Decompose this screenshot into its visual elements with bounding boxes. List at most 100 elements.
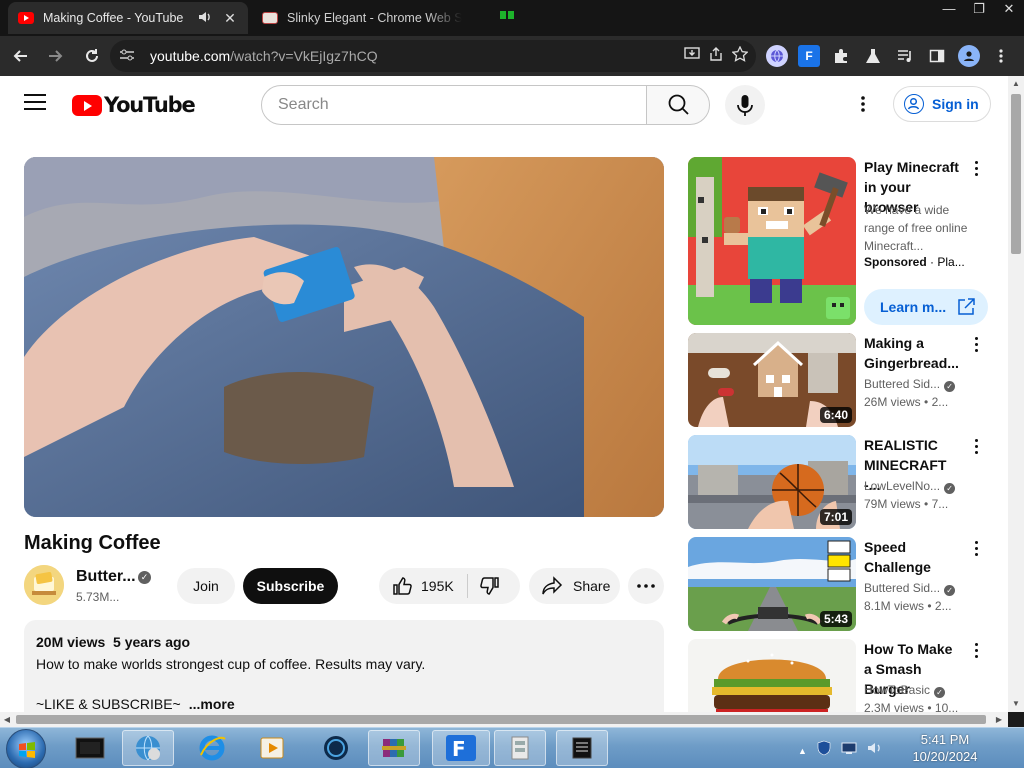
video-thumbnail[interactable]: 5:43: [688, 537, 856, 631]
minimize-button[interactable]: —: [934, 0, 964, 20]
scroll-thumb[interactable]: [16, 715, 986, 724]
forms-extension-icon[interactable]: F: [798, 45, 820, 67]
install-app-icon[interactable]: [684, 46, 700, 66]
video-menu-icon[interactable]: [972, 643, 980, 661]
youtube-logo[interactable]: YouTube: [72, 93, 196, 117]
advertiser-name: Pla...: [937, 255, 965, 269]
clock-date: 10/20/2024: [912, 749, 978, 764]
ad-menu-icon[interactable]: [972, 161, 980, 179]
verified-check-icon: ✓: [138, 571, 151, 584]
learn-more-label: Learn m...: [880, 299, 947, 315]
video-menu-icon[interactable]: [972, 337, 980, 355]
sponsored-item[interactable]: Play Minecraft in your browser We have a…: [688, 157, 988, 327]
taskbar-app-files[interactable]: [494, 730, 546, 766]
scroll-left-arrow-icon[interactable]: ◀: [0, 712, 14, 727]
start-button[interactable]: [6, 729, 46, 768]
scroll-up-arrow-icon[interactable]: ▲: [1008, 76, 1024, 92]
thumbs-up-icon[interactable]: [391, 575, 413, 597]
video-title[interactable]: Speed Challenge: [864, 537, 964, 577]
search-button[interactable]: [646, 85, 710, 125]
subscribe-button[interactable]: Subscribe: [243, 568, 338, 604]
close-window-button[interactable]: ✕: [994, 0, 1024, 20]
learn-more-button[interactable]: Learn m...: [864, 289, 988, 325]
video-channel: Buttered Sid... ✓: [864, 377, 964, 392]
youtube-favicon-icon: [18, 12, 34, 24]
clock-time: 5:41 PM: [920, 732, 970, 747]
taskbar-app-window[interactable]: [64, 730, 116, 766]
channel-label: LowLevelNo...: [864, 479, 941, 493]
profile-avatar-icon[interactable]: [958, 45, 980, 67]
taskbar-app-network[interactable]: [122, 730, 174, 766]
site-info-icon[interactable]: [120, 49, 140, 64]
side-panel-icon[interactable]: [926, 45, 948, 67]
recommended-video[interactable]: How To Make a Smash Burger HowToBasic ✓ 2…: [688, 639, 988, 712]
description-line-2: ~LIKE & SUBSCRIBE~ ...more: [36, 694, 652, 712]
taskbar-app-forms[interactable]: F: [432, 730, 490, 766]
tab-group-indicator: [500, 6, 526, 19]
media-queue-icon[interactable]: [894, 45, 916, 67]
share-page-icon[interactable]: [708, 46, 724, 66]
taskbar-app-media[interactable]: [246, 730, 298, 766]
age-label: 2...: [934, 599, 952, 613]
recommended-video[interactable]: 7:01 REALISTIC MINECRAFT -... LowLevelNo…: [688, 435, 988, 529]
search-input[interactable]: Search: [261, 85, 647, 125]
video-thumbnail[interactable]: 6:40: [688, 333, 856, 427]
upload-age: 5 years ago: [113, 634, 191, 650]
network-status-icon[interactable]: [841, 741, 857, 760]
recommended-video[interactable]: 5:43 Speed Challenge Buttered Sid... ✓ 8.…: [688, 537, 988, 631]
video-menu-icon[interactable]: [972, 439, 980, 457]
address-bar[interactable]: youtube.com/watch?v=VkEjIgz7hCQ: [110, 40, 756, 72]
back-button[interactable]: [4, 40, 36, 72]
speaker-icon[interactable]: [198, 11, 214, 26]
share-button[interactable]: Share: [529, 568, 620, 604]
join-button[interactable]: Join: [177, 568, 235, 604]
restore-button[interactable]: ❐: [964, 0, 994, 20]
horizontal-scrollbar[interactable]: ◀ ▶: [0, 712, 1008, 727]
settings-menu-icon[interactable]: [853, 94, 873, 114]
close-tab-icon[interactable]: ✕: [222, 10, 238, 27]
video-thumbnail[interactable]: [688, 639, 856, 712]
menu-hamburger-icon[interactable]: [24, 94, 46, 114]
taskbar-app-winrar[interactable]: [368, 730, 420, 766]
like-count[interactable]: 195K: [421, 578, 454, 594]
channel-label: Buttered Sid...: [864, 377, 941, 391]
reload-button[interactable]: [76, 40, 108, 72]
taskbar-app-notes[interactable]: [556, 730, 608, 766]
sign-in-button[interactable]: Sign in: [893, 86, 991, 122]
thumbs-down-icon[interactable]: [479, 575, 501, 600]
channel-avatar[interactable]: [24, 565, 64, 605]
scroll-thumb[interactable]: [1011, 94, 1021, 254]
video-thumbnail[interactable]: 7:01: [688, 435, 856, 529]
tab-title: Making Coffee - YouTube: [43, 11, 184, 25]
tab-slinky-elegant[interactable]: Slinky Elegant - Chrome Web Store: [252, 2, 472, 34]
reload-icon: [86, 49, 98, 62]
video-player[interactable]: [24, 157, 664, 517]
browser-toolbar: youtube.com/watch?v=VkEjIgz7hCQ F: [0, 36, 1024, 76]
channel-label: HowToBasic: [864, 683, 931, 697]
vertical-scrollbar[interactable]: ▲ ▼: [1008, 76, 1024, 712]
forward-button[interactable]: [40, 40, 72, 72]
tray-expand-icon[interactable]: ▲: [798, 746, 807, 756]
file-cabinet-icon: [511, 736, 529, 760]
channel-name[interactable]: Butter...: [76, 568, 136, 586]
voice-search-button[interactable]: [725, 85, 765, 125]
video-menu-icon[interactable]: [972, 541, 980, 559]
taskbar-app-sphere[interactable]: [310, 730, 362, 766]
taskbar-app-ie[interactable]: [186, 730, 238, 766]
taskbar-clock[interactable]: 5:41 PM 10/20/2024: [880, 731, 1010, 765]
scroll-right-arrow-icon[interactable]: ▶: [992, 712, 1006, 727]
browser-menu-icon[interactable]: [990, 45, 1012, 67]
lab-flask-icon[interactable]: [862, 45, 884, 67]
ad-thumbnail[interactable]: [688, 157, 856, 325]
extensions-puzzle-icon[interactable]: [830, 45, 852, 67]
vpn-extension-icon[interactable]: [766, 45, 788, 67]
scroll-down-arrow-icon[interactable]: ▼: [1008, 696, 1024, 712]
tab-making-coffee[interactable]: Making Coffee - YouTube ✕: [8, 2, 248, 34]
bookmark-star-icon[interactable]: [731, 45, 749, 66]
more-actions-button[interactable]: [628, 568, 664, 604]
description-box[interactable]: 20M views 5 years ago How to make worlds…: [24, 620, 664, 712]
show-more-link[interactable]: ...more: [189, 696, 235, 712]
video-title[interactable]: Making a Gingerbread...: [864, 333, 964, 373]
recommended-video[interactable]: 6:40 Making a Gingerbread... Buttered Si…: [688, 333, 988, 427]
security-shield-icon[interactable]: [817, 740, 831, 761]
